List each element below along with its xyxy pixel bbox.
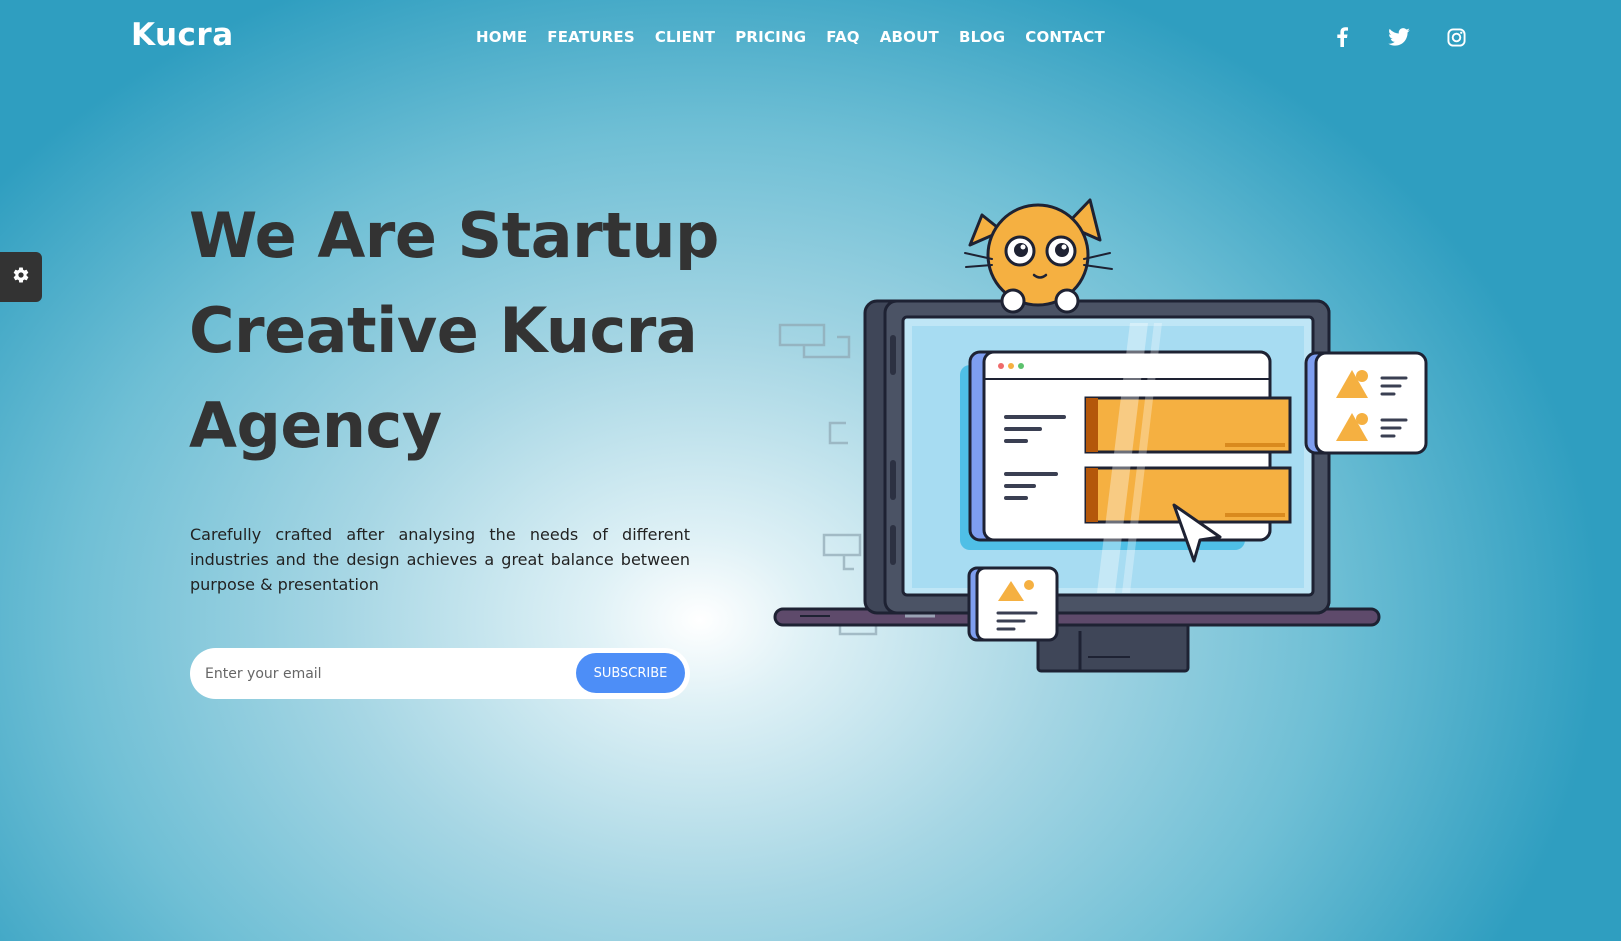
nav-home[interactable]: HOME <box>476 28 527 46</box>
twitter-icon[interactable] <box>1387 24 1411 50</box>
nav-blog[interactable]: BLOG <box>959 28 1005 46</box>
nav-faq[interactable]: FAQ <box>826 28 860 46</box>
instagram-icon[interactable] <box>1444 24 1468 50</box>
subscribe-form: SUBSCRIBE <box>190 648 690 699</box>
logo[interactable]: Kucra <box>131 17 234 53</box>
nav-pricing[interactable]: PRICING <box>735 28 806 46</box>
nav-about[interactable]: ABOUT <box>880 28 939 46</box>
navbar: Kucra HOME FEATURES CLIENT PRICING FAQ A… <box>0 0 1621 76</box>
nav-features[interactable]: FEATURES <box>547 28 635 46</box>
hero-illustration <box>770 195 1430 685</box>
main-nav: HOME FEATURES CLIENT PRICING FAQ ABOUT B… <box>476 28 1105 46</box>
facebook-icon[interactable] <box>1330 24 1354 50</box>
hero-title-line: Agency <box>189 389 442 462</box>
email-input[interactable] <box>205 653 565 694</box>
laptop-cat-illustration <box>773 198 1428 673</box>
hero-description: Carefully crafted after analysing the ne… <box>190 525 690 594</box>
hero-title-line: We Are Startup <box>189 199 719 272</box>
social-links <box>1330 24 1468 50</box>
nav-contact[interactable]: CONTACT <box>1025 28 1105 46</box>
gear-icon <box>12 266 30 288</box>
nav-client[interactable]: CLIENT <box>655 28 715 46</box>
settings-toggle[interactable] <box>0 252 42 302</box>
hero-title-line: Creative Kucra <box>189 294 698 367</box>
subscribe-button[interactable]: SUBSCRIBE <box>576 653 685 693</box>
hero-title: We Are Startup Creative Kucra Agency <box>189 188 749 473</box>
